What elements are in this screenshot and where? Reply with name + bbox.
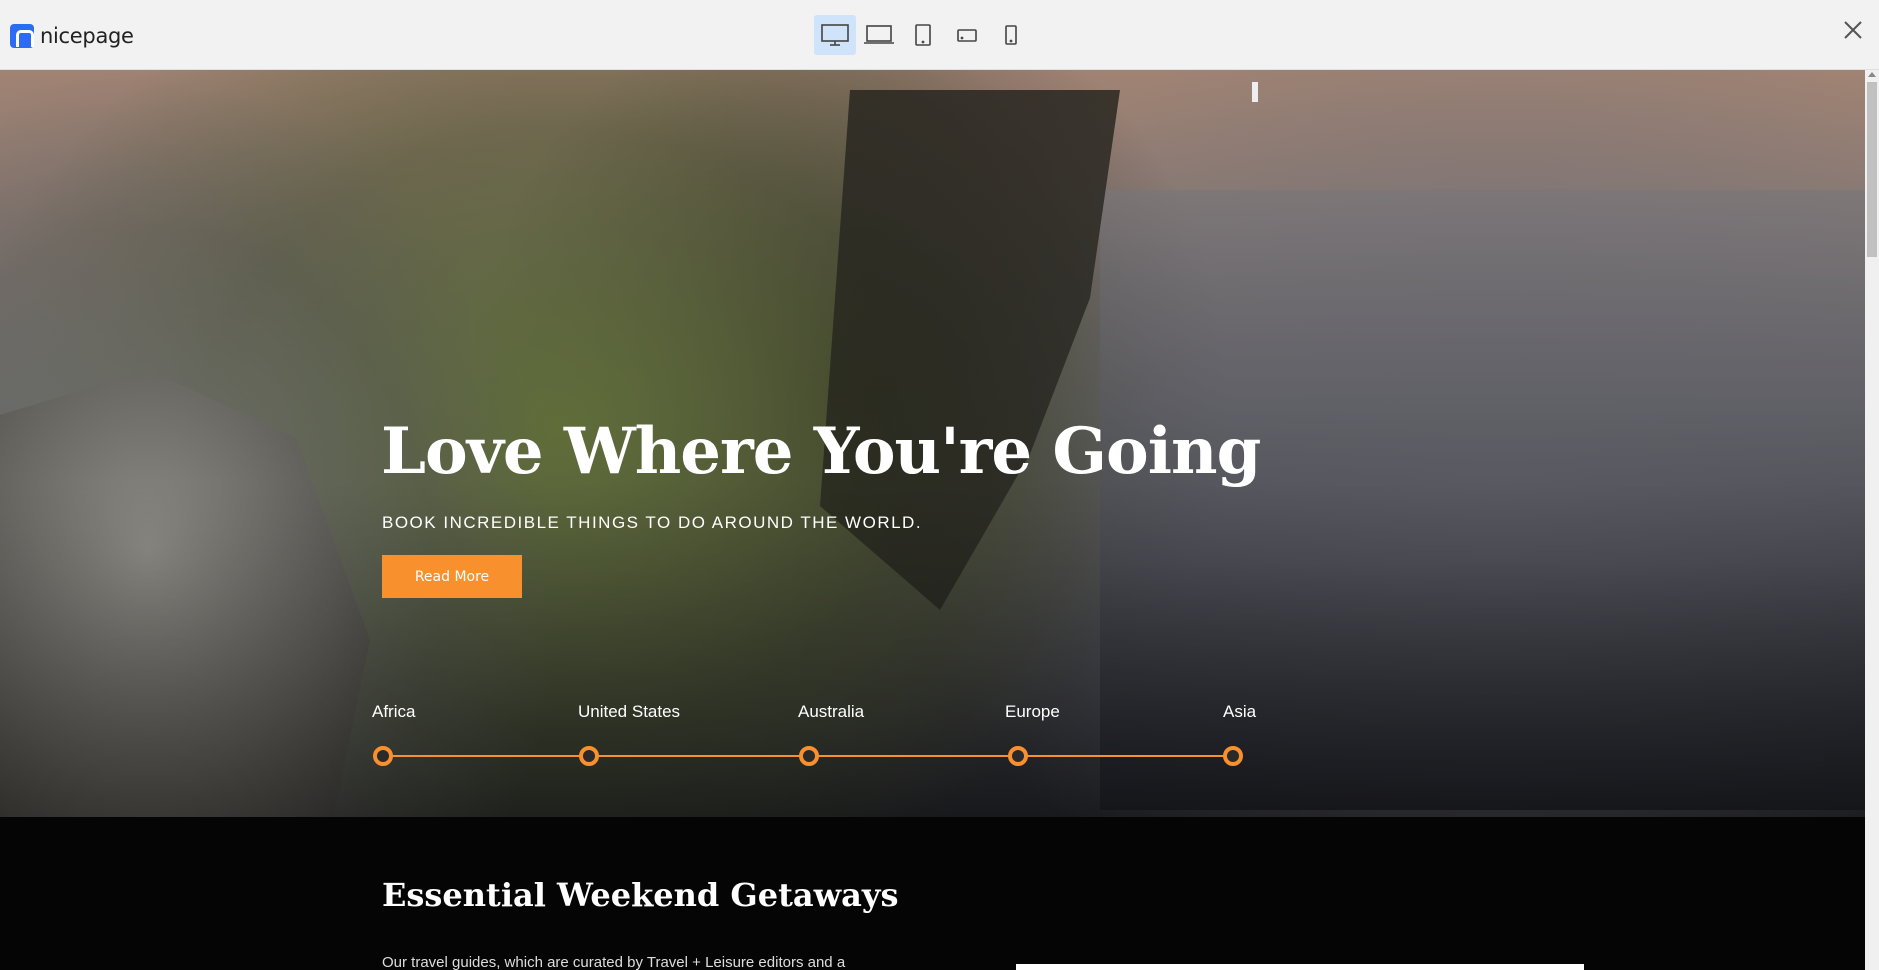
laptop-icon — [864, 25, 894, 44]
top-toolbar: nicepage — [0, 0, 1879, 70]
close-button[interactable] — [1839, 16, 1867, 44]
page-preview: Love Where You're Going BOOK INCREDIBLE … — [0, 70, 1865, 970]
scroll-up-arrow-icon[interactable] — [1868, 72, 1876, 77]
read-more-button[interactable]: Read More — [382, 555, 522, 598]
section-title: Essential Weekend Getaways — [382, 876, 899, 914]
timeline-stop-africa[interactable] — [373, 746, 393, 766]
phone-landscape-icon — [957, 29, 977, 42]
phone-icon — [1005, 25, 1017, 45]
logo-text: nicepage — [40, 24, 134, 48]
section-text: Our travel guides, which are curated by … — [382, 954, 846, 970]
destination-label-australia[interactable]: Australia — [798, 702, 864, 722]
timeline-stop-united-states[interactable] — [579, 746, 599, 766]
vertical-scrollbar[interactable] — [1865, 70, 1879, 970]
phone-view-button[interactable] — [990, 15, 1032, 55]
desktop-icon — [821, 24, 849, 46]
destination-label-europe[interactable]: Europe — [1005, 702, 1060, 722]
tablet-view-button[interactable] — [902, 15, 944, 55]
timeline-stop-europe[interactable] — [1008, 746, 1028, 766]
scroll-thumb[interactable] — [1867, 82, 1877, 257]
close-icon — [1844, 21, 1862, 39]
nicepage-logo-icon — [10, 24, 34, 48]
desktop-view-button[interactable] — [814, 15, 856, 55]
destination-label-africa[interactable]: Africa — [372, 702, 415, 722]
laptop-view-button[interactable] — [858, 15, 900, 55]
destination-label-asia[interactable]: Asia — [1223, 702, 1256, 722]
hero-section: Love Where You're Going BOOK INCREDIBLE … — [0, 70, 1865, 817]
hero-title: Love Where You're Going — [381, 414, 1261, 489]
device-switcher — [814, 15, 1032, 55]
tablet-icon — [915, 24, 931, 46]
hero-subtitle: BOOK INCREDIBLE THINGS TO DO AROUND THE … — [382, 513, 923, 532]
nicepage-logo[interactable]: nicepage — [10, 24, 134, 48]
section-image-placeholder — [1016, 964, 1584, 970]
getaways-section: Essential Weekend Getaways Our travel gu… — [0, 817, 1865, 970]
timeline-stop-asia[interactable] — [1223, 746, 1243, 766]
timeline-stop-australia[interactable] — [799, 746, 819, 766]
destination-label-united-states[interactable]: United States — [578, 702, 680, 722]
phone-landscape-view-button[interactable] — [946, 15, 988, 55]
